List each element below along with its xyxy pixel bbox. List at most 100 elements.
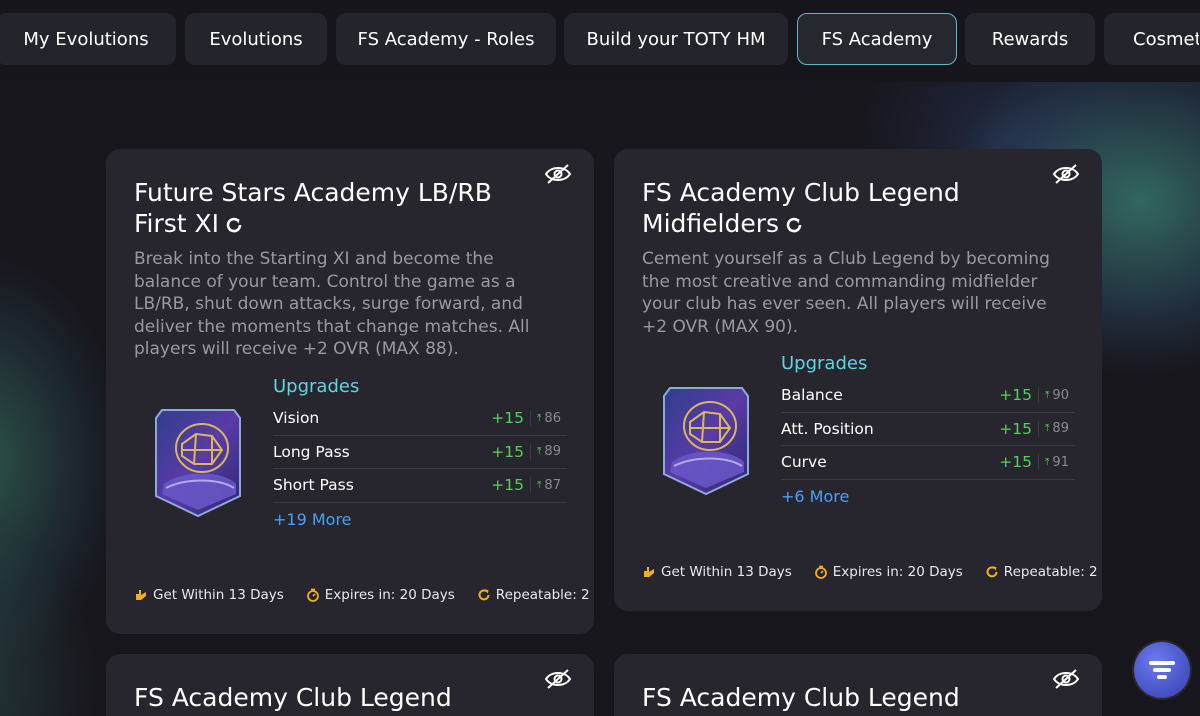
upgrade-value: +15 xyxy=(491,476,524,495)
card-description: Cement yourself as a Club Legend by beco… xyxy=(642,249,1050,337)
eye-slash-icon[interactable] xyxy=(544,668,572,690)
card-footer: Get Within 13 Days Expires in: 20 Days R… xyxy=(642,564,1102,580)
eye-slash-icon[interactable] xyxy=(544,163,572,185)
divider xyxy=(530,477,531,494)
tab-label: FS Academy - Roles xyxy=(357,28,535,50)
tab-label: Build your TOTY HM xyxy=(586,28,766,50)
card-title-text: FS Academy Club Legend xyxy=(642,683,960,712)
repeatable-text: Repeatable: 2 xyxy=(1003,564,1098,580)
expires-text: Expires in: 20 Days xyxy=(832,564,963,580)
card-art-image xyxy=(155,409,241,518)
hand-pointer-icon xyxy=(136,590,146,600)
evolution-card[interactable]: Future Stars Academy LB/RB First XI Brea… xyxy=(106,149,594,634)
tab-cosmetics[interactable]: Cosmetics xyxy=(1104,13,1200,65)
top-nav-bar: My Evolutions Evolutions FS Academy - Ro… xyxy=(0,0,1200,82)
refresh-icon xyxy=(786,217,802,233)
upgrade-name: Curve xyxy=(781,453,827,472)
divider xyxy=(1038,454,1039,471)
expires-info: Expires in: 20 Days xyxy=(306,587,455,603)
divider xyxy=(530,443,531,460)
upgrade-row: Balance +15 ⤒ 90 xyxy=(781,379,1075,413)
tab-fs-academy-roles[interactable]: FS Academy - Roles xyxy=(336,13,556,65)
expires-text: Expires in: 20 Days xyxy=(324,587,455,603)
upgrade-name: Short Pass xyxy=(273,476,354,495)
divider xyxy=(1038,387,1039,404)
card-title-text: Future Stars Academy LB/RB First XI xyxy=(134,178,492,238)
divider xyxy=(1038,420,1039,437)
repeat-icon xyxy=(478,589,490,601)
upgrade-max: ⤒ 86 xyxy=(537,411,567,426)
tab-label: Evolutions xyxy=(209,28,303,50)
upgrades-title: Upgrades xyxy=(781,353,868,374)
repeat-icon xyxy=(986,566,998,578)
max-arrow-icon: ⤒ xyxy=(1045,456,1050,468)
tab-label: FS Academy xyxy=(821,28,933,50)
upgrade-row: Att. Position +15 ⤒ 89 xyxy=(781,413,1075,446)
stopwatch-icon xyxy=(306,588,319,602)
upgrade-row: Long Pass +15 ⤒ 89 xyxy=(273,436,567,469)
upgrade-max: ⤒ 89 xyxy=(537,444,567,459)
upgrade-max-value: 86 xyxy=(544,410,561,426)
evolution-card[interactable]: FS Academy Club Legend Midfielders Cemen… xyxy=(614,149,1102,611)
card-title: FS Academy Club Legend xyxy=(642,682,1042,713)
max-arrow-icon: ⤒ xyxy=(1045,389,1050,401)
tab-rewards[interactable]: Rewards xyxy=(965,13,1095,65)
card-title-text: FS Academy Club Legend xyxy=(134,683,452,712)
tab-build-toty-hm[interactable]: Build your TOTY HM xyxy=(564,13,788,65)
upgrade-row: Short Pass +15 ⤒ 87 xyxy=(273,469,567,503)
card-description: Break into the Starting XI and become th… xyxy=(134,249,530,359)
hand-pointer-icon xyxy=(644,567,654,577)
upgrade-max-value: 89 xyxy=(1052,421,1069,437)
tab-label: Cosmetics xyxy=(1133,28,1200,50)
tab-label: Rewards xyxy=(991,28,1069,50)
card-footer: Get Within 13 Days Expires in: 20 Days R… xyxy=(134,587,594,603)
upgrade-value: +15 xyxy=(491,409,524,428)
upgrade-name: Long Pass xyxy=(273,442,350,461)
max-arrow-icon: ⤒ xyxy=(537,479,542,491)
tab-fs-academy[interactable]: FS Academy xyxy=(797,13,957,65)
eye-slash-icon[interactable] xyxy=(1052,668,1080,690)
upgrade-value: +15 xyxy=(999,386,1032,405)
tab-label: My Evolutions xyxy=(23,28,149,50)
eye-slash-icon[interactable] xyxy=(1052,163,1080,185)
upgrade-max-value: 87 xyxy=(544,477,561,493)
upgrade-max-value: 89 xyxy=(544,444,561,460)
upgrade-name: Vision xyxy=(273,409,320,428)
card-title: Future Stars Academy LB/RB First XI xyxy=(134,177,534,239)
stopwatch-icon xyxy=(814,565,827,579)
upgrade-max: ⤒ 87 xyxy=(537,478,567,493)
card-title: FS Academy Club Legend xyxy=(134,682,534,713)
get-within-text: Get Within 13 Days xyxy=(153,587,284,603)
refresh-icon xyxy=(226,217,242,233)
evolution-card[interactable]: FS Academy Club Legend xyxy=(106,654,594,716)
evolution-card[interactable]: FS Academy Club Legend xyxy=(614,654,1102,716)
tab-my-evolutions[interactable]: My Evolutions xyxy=(0,13,176,65)
upgrade-name: Balance xyxy=(781,386,843,405)
filter-button[interactable] xyxy=(1134,642,1190,698)
repeatable-text: Repeatable: 2 xyxy=(495,587,590,603)
upgrade-max: ⤒ 90 xyxy=(1045,388,1075,403)
upgrade-max-value: 90 xyxy=(1052,387,1069,403)
get-within-text: Get Within 13 Days xyxy=(661,564,792,580)
expires-info: Expires in: 20 Days xyxy=(814,564,963,580)
card-title: FS Academy Club Legend Midfielders xyxy=(642,177,962,239)
upgrades-title: Upgrades xyxy=(273,376,360,397)
more-upgrades-link[interactable]: +6 More xyxy=(781,487,1075,506)
upgrade-row: Vision +15 ⤒ 86 xyxy=(273,402,567,436)
upgrade-max: ⤒ 91 xyxy=(1045,455,1075,470)
max-arrow-icon: ⤒ xyxy=(1045,423,1050,435)
card-art-image xyxy=(663,387,749,496)
repeatable-info: Repeatable: 2 xyxy=(985,564,1098,580)
upgrades-section: Upgrades Vision +15 ⤒ 86 Long Pass +15 ⤒ 8… xyxy=(273,376,567,529)
max-arrow-icon: ⤒ xyxy=(537,446,542,458)
upgrade-value: +15 xyxy=(491,442,524,461)
get-within-info: Get Within 13 Days xyxy=(134,587,284,603)
repeatable-info: Repeatable: 2 xyxy=(477,587,590,603)
upgrade-name: Att. Position xyxy=(781,419,874,438)
tab-evolutions[interactable]: Evolutions xyxy=(185,13,327,65)
filter-icon xyxy=(1149,661,1175,679)
more-upgrades-link[interactable]: +19 More xyxy=(273,510,567,529)
upgrade-row: Curve +15 ⤒ 91 xyxy=(781,446,1075,480)
max-arrow-icon: ⤒ xyxy=(537,412,542,424)
upgrade-value: +15 xyxy=(999,453,1032,472)
